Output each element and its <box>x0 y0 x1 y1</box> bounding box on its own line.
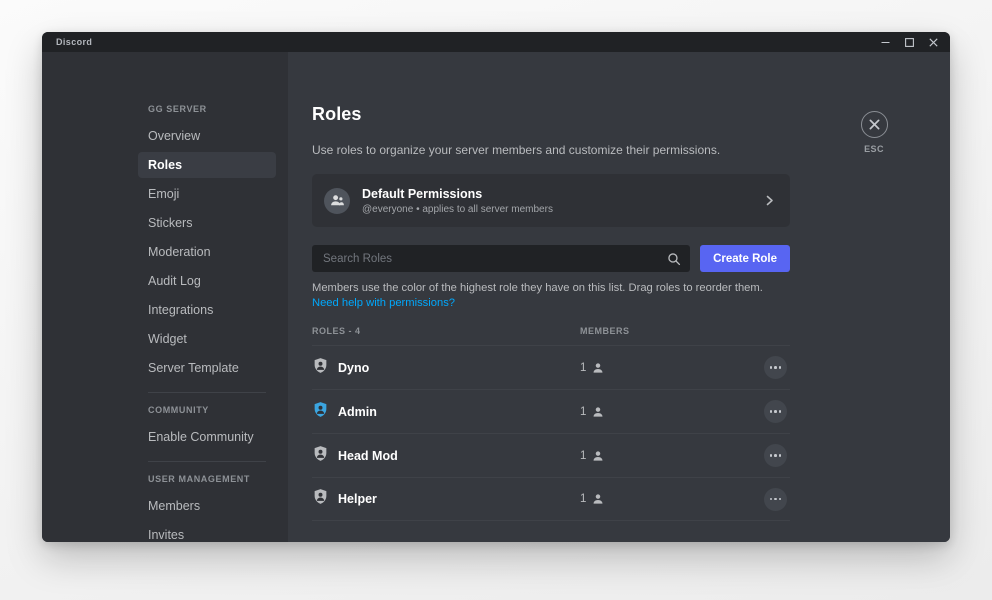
sidebar-section-user-management: USER MANAGEMENT Members Invites Bans <box>138 474 276 542</box>
sidebar-item-members[interactable]: Members <box>138 493 276 519</box>
member-count: 1 <box>580 405 587 418</box>
role-name: Admin <box>338 404 377 419</box>
role-name: Dyno <box>338 360 370 375</box>
window-title: Discord <box>56 37 93 47</box>
page-subtitle: Use roles to organize your server member… <box>312 143 721 157</box>
role-options-button[interactable] <box>764 400 787 423</box>
sidebar-item-server-template[interactable]: Server Template <box>138 355 276 381</box>
default-permissions-card[interactable]: Default Permissions @everyone • applies … <box>312 174 790 227</box>
minimize-icon[interactable] <box>874 33 896 51</box>
role-shield-icon <box>312 488 329 510</box>
person-icon <box>592 406 604 418</box>
role-options-button[interactable] <box>764 444 787 467</box>
member-count: 1 <box>580 361 587 374</box>
sidebar-section-header: COMMUNITY <box>148 405 209 415</box>
settings-sidebar: GG SERVER Overview Roles Emoji Stickers … <box>42 52 288 542</box>
sidebar-section-community: COMMUNITY Enable Community <box>138 405 276 450</box>
sidebar-item-overview[interactable]: Overview <box>138 123 276 149</box>
sidebar-item-roles[interactable]: Roles <box>138 152 276 178</box>
search-icon <box>667 252 681 266</box>
table-row[interactable]: Dyno 1 <box>312 345 790 389</box>
table-row[interactable]: Admin 1 <box>312 389 790 433</box>
member-count: 1 <box>580 493 587 505</box>
roles-table: ROLES - 4 MEMBERS Dyno 1 Admin 1 Head Mo… <box>312 326 790 521</box>
esc-label: ESC <box>864 144 884 154</box>
column-header-roles: ROLES - 4 <box>312 326 361 336</box>
search-roles-box[interactable] <box>312 245 691 272</box>
sidebar-item-widget[interactable]: Widget <box>138 326 276 352</box>
sidebar-divider <box>148 461 266 462</box>
page-title: Roles <box>312 104 362 124</box>
sidebar-item-enable-community[interactable]: Enable Community <box>138 424 276 450</box>
sidebar-divider <box>148 392 266 393</box>
search-row: Create Role <box>312 245 790 272</box>
role-name: Helper <box>338 492 377 506</box>
column-header-members: MEMBERS <box>580 326 630 336</box>
role-name: Head Mod <box>338 448 398 463</box>
permissions-help-link[interactable]: Need help with permissions? <box>312 297 455 309</box>
people-icon <box>324 187 350 214</box>
table-row[interactable]: Head Mod 1 <box>312 433 790 477</box>
chevron-right-icon <box>763 194 776 207</box>
roles-table-header: ROLES - 4 MEMBERS <box>312 326 790 345</box>
search-input[interactable] <box>323 252 668 265</box>
person-icon <box>592 450 604 462</box>
window-titlebar: Discord <box>42 32 950 52</box>
close-icon[interactable] <box>860 111 888 138</box>
sidebar-section-header: GG SERVER <box>148 104 207 114</box>
sidebar-item-invites[interactable]: Invites <box>138 522 276 542</box>
roles-hint-text: Members use the color of the highest rol… <box>312 281 782 311</box>
default-permissions-title: Default Permissions <box>362 186 483 201</box>
sidebar-section-header: USER MANAGEMENT <box>148 474 251 484</box>
person-icon <box>592 362 604 374</box>
table-row[interactable]: Helper 1 <box>312 477 790 521</box>
window-controls <box>874 33 944 51</box>
sidebar-item-integrations[interactable]: Integrations <box>138 297 276 323</box>
discord-window: Discord GG SERVER Overview Roles Emoji S… <box>42 32 950 542</box>
create-role-button[interactable]: Create Role <box>700 245 790 272</box>
settings-main-panel: Roles Use roles to organize your server … <box>288 52 950 542</box>
role-options-button[interactable] <box>764 356 787 379</box>
role-shield-icon <box>312 445 329 467</box>
roles-hint-body: Members use the color of the highest rol… <box>312 282 763 294</box>
role-options-button[interactable] <box>764 487 787 511</box>
sidebar-item-stickers[interactable]: Stickers <box>138 210 276 236</box>
role-shield-icon <box>312 357 329 379</box>
close-icon[interactable] <box>922 33 944 51</box>
sidebar-section-server: GG SERVER Overview Roles Emoji Stickers … <box>138 104 276 381</box>
member-count: 1 <box>580 449 587 462</box>
maximize-icon[interactable] <box>898 33 920 51</box>
sidebar-item-emoji[interactable]: Emoji <box>138 181 276 207</box>
close-settings[interactable]: ESC <box>851 111 897 154</box>
role-shield-icon <box>312 401 329 423</box>
sidebar-item-audit-log[interactable]: Audit Log <box>138 268 276 294</box>
sidebar-item-moderation[interactable]: Moderation <box>138 239 276 265</box>
person-icon <box>592 493 604 505</box>
default-permissions-description: @everyone • applies to all server member… <box>362 203 553 215</box>
